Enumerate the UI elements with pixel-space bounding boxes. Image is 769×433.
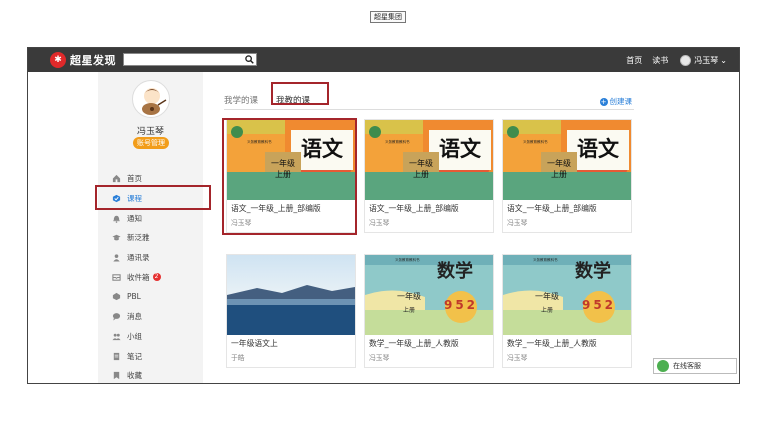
- account-settings-button[interactable]: 账号管理: [133, 137, 169, 149]
- course-title[interactable]: 数学_一年级_上册_人教版: [369, 338, 459, 349]
- highlight-course-menu: [95, 185, 211, 210]
- cover-grade-text: 一年级: [535, 291, 559, 301]
- sidebar-item-pbl[interactable]: PBL: [98, 287, 203, 307]
- course-cover: 语文 一年级 上册 义务教育教科书: [365, 120, 493, 200]
- course-title[interactable]: 一年级语文上: [231, 338, 278, 349]
- sidebar-item-contacts[interactable]: 通讯录: [98, 248, 203, 268]
- course-teacher: 冯玉琴: [507, 219, 528, 227]
- top-nav: 首页 读书 冯玉琴 ⌄: [616, 48, 727, 72]
- note-icon: [113, 352, 120, 360]
- course-teacher: 冯玉琴: [369, 219, 390, 227]
- course-title[interactable]: 语文_一年级_上册_部编版: [369, 203, 459, 214]
- cover-big-text: 数学: [437, 260, 473, 282]
- cover-big-text: 语文: [439, 136, 482, 161]
- support-icon: [657, 360, 669, 372]
- cover-term-text: 上册: [541, 306, 553, 314]
- cover-term-text: 上册: [413, 170, 429, 179]
- sidebar-item-label: 通知: [127, 213, 142, 223]
- sidebar: 冯玉琴 账号管理 首页 课程 通知 新泛雅 通讯录 收件箱 2 PBL 消息 小…: [98, 72, 203, 383]
- pbl-icon: [112, 293, 121, 301]
- course-teacher: 于皓: [231, 354, 245, 362]
- sidebar-item-label: 通讯录: [127, 253, 150, 263]
- create-course-label: 创建课: [609, 97, 633, 106]
- sidebar-item-label: 收藏: [127, 371, 142, 381]
- sidebar-item-label: 收件箱: [127, 272, 150, 282]
- course-card[interactable]: 语文 一年级 上册 义务教育教科书 语文_一年级_上册_部编版 冯玉琴: [364, 119, 494, 233]
- logo[interactable]: ✱ 超星发现: [50, 52, 116, 68]
- cover-numbers: 952: [582, 298, 616, 312]
- sidebar-item-fanya[interactable]: 新泛雅: [98, 228, 203, 248]
- cover-grade-text: 一年级: [409, 158, 433, 168]
- cover-series-text: 义务教育教科书: [533, 257, 558, 262]
- sidebar-item-label: PBL: [127, 292, 141, 302]
- avatar[interactable]: [132, 80, 170, 118]
- tooltip: 超星集团: [370, 11, 406, 23]
- course-teacher: 冯玉琴: [507, 354, 528, 362]
- nav-read[interactable]: 读书: [652, 55, 668, 66]
- create-course-button[interactable]: + 创建课: [599, 96, 633, 107]
- bookmark-icon: [113, 372, 120, 380]
- sidebar-item-notice[interactable]: 通知: [98, 208, 203, 228]
- nav-home[interactable]: 首页: [626, 55, 642, 66]
- logo-mark-icon: ✱: [50, 52, 66, 68]
- highlight-first-course: [222, 118, 357, 235]
- course-cover: [227, 255, 355, 335]
- cover-grade-text: 一年级: [397, 291, 421, 301]
- contacts-icon: [113, 254, 120, 262]
- profile-name: 冯玉琴: [136, 127, 164, 137]
- sidebar-item-label: 新泛雅: [127, 233, 150, 243]
- cover-grade-text: 一年级: [547, 158, 571, 168]
- cover-term-text: 上册: [403, 306, 415, 314]
- user-avatar-small[interactable]: [680, 54, 692, 66]
- online-support-label: 在线客服: [673, 362, 701, 370]
- chevron-down-icon[interactable]: ⌄: [720, 56, 727, 65]
- cover-series-text: 义务教育教科书: [523, 139, 548, 144]
- plus-icon: +: [599, 97, 608, 106]
- group-icon: [112, 333, 121, 340]
- cover-big-text: 语文: [577, 136, 620, 161]
- sidebar-item-inbox[interactable]: 收件箱 2: [98, 267, 203, 287]
- inbox-badge: 2: [152, 273, 161, 282]
- bell-icon: [113, 215, 120, 223]
- course-title[interactable]: 语文_一年级_上册_部编版: [507, 203, 597, 214]
- course-cover: 数学 一年级 上册 952 义务教育教科书: [503, 255, 631, 335]
- course-card[interactable]: 数学 一年级 上册 952 义务教育教科书 数学_一年级_上册_人教版 冯玉琴: [364, 254, 494, 368]
- message-icon: [112, 313, 121, 321]
- sidebar-item-label: 消息: [127, 312, 142, 322]
- cover-series-text: 义务教育教科书: [385, 139, 410, 144]
- highlight-teach-tab: [271, 82, 329, 105]
- course-cover: 语文 一年级 上册 义务教育教科书: [503, 120, 631, 200]
- cover-term-text: 上册: [551, 170, 567, 179]
- course-card[interactable]: 数学 一年级 上册 952 义务教育教科书 数学_一年级_上册_人教版 冯玉琴: [502, 254, 632, 368]
- tab-my-learning[interactable]: 我学的课: [224, 94, 258, 106]
- course-cover: 数学 一年级 上册 952 义务教育教科书: [365, 255, 493, 335]
- course-teacher: 冯玉琴: [369, 354, 390, 362]
- search-input[interactable]: [123, 53, 257, 66]
- search-icon[interactable]: [245, 55, 254, 64]
- inbox-icon: [112, 274, 121, 281]
- cover-numbers: 952: [444, 298, 478, 312]
- sidebar-item-label: 笔记: [127, 351, 142, 361]
- cap-icon: [112, 235, 121, 241]
- nav-user[interactable]: 冯玉琴: [694, 55, 718, 66]
- cover-series-text: 义务教育教科书: [395, 257, 420, 262]
- sidebar-item-label: 首页: [127, 174, 142, 184]
- online-support-button[interactable]: 在线客服: [653, 358, 737, 374]
- course-title[interactable]: 数学_一年级_上册_人教版: [507, 338, 597, 349]
- course-card[interactable]: 一年级语文上 于皓: [226, 254, 356, 368]
- sidebar-item-group[interactable]: 小组: [98, 327, 203, 347]
- browser-frame: ✱ 超星发现 首页 读书 冯玉琴 ⌄ 冯玉琴 账号管理 首页 课程 通知 新泛雅…: [27, 47, 740, 384]
- sidebar-item-message[interactable]: 消息: [98, 307, 203, 327]
- sidebar-item-note[interactable]: 笔记: [98, 346, 203, 366]
- sidebar-item-bookmark[interactable]: 收藏: [98, 366, 203, 383]
- course-card[interactable]: 语文 一年级 上册 义务教育教科书 语文_一年级_上册_部编版 冯玉琴: [502, 119, 632, 233]
- top-bar: ✱ 超星发现 首页 读书 冯玉琴 ⌄: [28, 48, 739, 72]
- home-icon: [112, 175, 121, 183]
- brand-name: 超星发现: [70, 54, 116, 67]
- cover-big-text: 数学: [575, 260, 611, 282]
- sidebar-item-label: 小组: [127, 331, 142, 341]
